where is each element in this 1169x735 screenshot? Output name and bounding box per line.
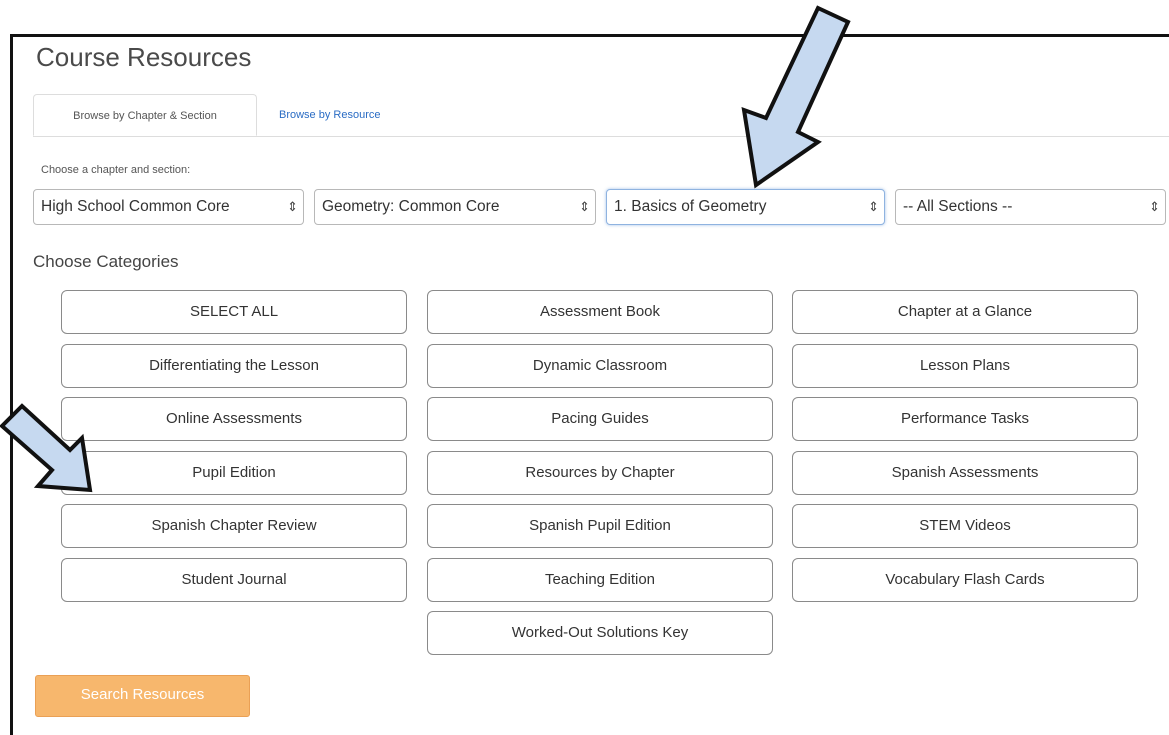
course-select[interactable]: Geometry: Common Core ⇕ — [314, 189, 596, 225]
annotation-arrow-icon — [741, 5, 851, 189]
category-button[interactable]: Student Journal — [61, 558, 407, 602]
tab-bar: Browse by Chapter & Section Browse by Re… — [33, 94, 1169, 137]
updown-arrow-icon: ⇕ — [1149, 199, 1160, 214]
section-select-value: -- All Sections -- — [903, 198, 1013, 215]
category-button[interactable]: SELECT ALL — [61, 290, 407, 334]
category-button[interactable]: Vocabulary Flash Cards — [792, 558, 1138, 602]
category-button[interactable]: Worked-Out Solutions Key — [427, 611, 773, 655]
category-button[interactable]: Online Assessments — [61, 397, 407, 441]
category-button[interactable]: Assessment Book — [427, 290, 773, 334]
category-button[interactable]: Lesson Plans — [792, 344, 1138, 388]
program-select[interactable]: High School Common Core ⇕ — [33, 189, 304, 225]
program-select-value: High School Common Core — [41, 198, 230, 215]
category-button[interactable]: Spanish Pupil Edition — [427, 504, 773, 548]
tab-browse-by-chapter[interactable]: Browse by Chapter & Section — [33, 94, 257, 136]
category-button[interactable]: Performance Tasks — [792, 397, 1138, 441]
tab-browse-by-resource[interactable]: Browse by Resource — [267, 94, 393, 136]
category-button[interactable]: Chapter at a Glance — [792, 290, 1138, 334]
category-button[interactable]: STEM Videos — [792, 504, 1138, 548]
category-button[interactable]: Teaching Edition — [427, 558, 773, 602]
category-button[interactable]: Pacing Guides — [427, 397, 773, 441]
updown-arrow-icon: ⇕ — [287, 199, 298, 214]
annotation-arrow-icon — [0, 403, 93, 493]
categories-label: Choose Categories — [33, 252, 179, 271]
chapter-select-value: 1. Basics of Geometry — [614, 198, 767, 215]
chooser-label: Choose a chapter and section: — [41, 164, 191, 176]
section-select[interactable]: -- All Sections -- ⇕ — [895, 189, 1166, 225]
search-resources-button[interactable]: Search Resources — [35, 675, 250, 717]
chapter-select[interactable]: 1. Basics of Geometry ⇕ — [606, 189, 885, 225]
updown-arrow-icon: ⇕ — [579, 199, 590, 214]
page-title: Course Resources — [36, 42, 252, 72]
updown-arrow-icon: ⇕ — [868, 199, 879, 214]
category-button[interactable]: Spanish Assessments — [792, 451, 1138, 495]
category-button[interactable]: Dynamic Classroom — [427, 344, 773, 388]
category-button[interactable]: Resources by Chapter — [427, 451, 773, 495]
category-button[interactable]: Differentiating the Lesson — [61, 344, 407, 388]
category-button[interactable]: Pupil Edition — [61, 451, 407, 495]
course-select-value: Geometry: Common Core — [322, 198, 500, 215]
category-button[interactable]: Spanish Chapter Review — [61, 504, 407, 548]
